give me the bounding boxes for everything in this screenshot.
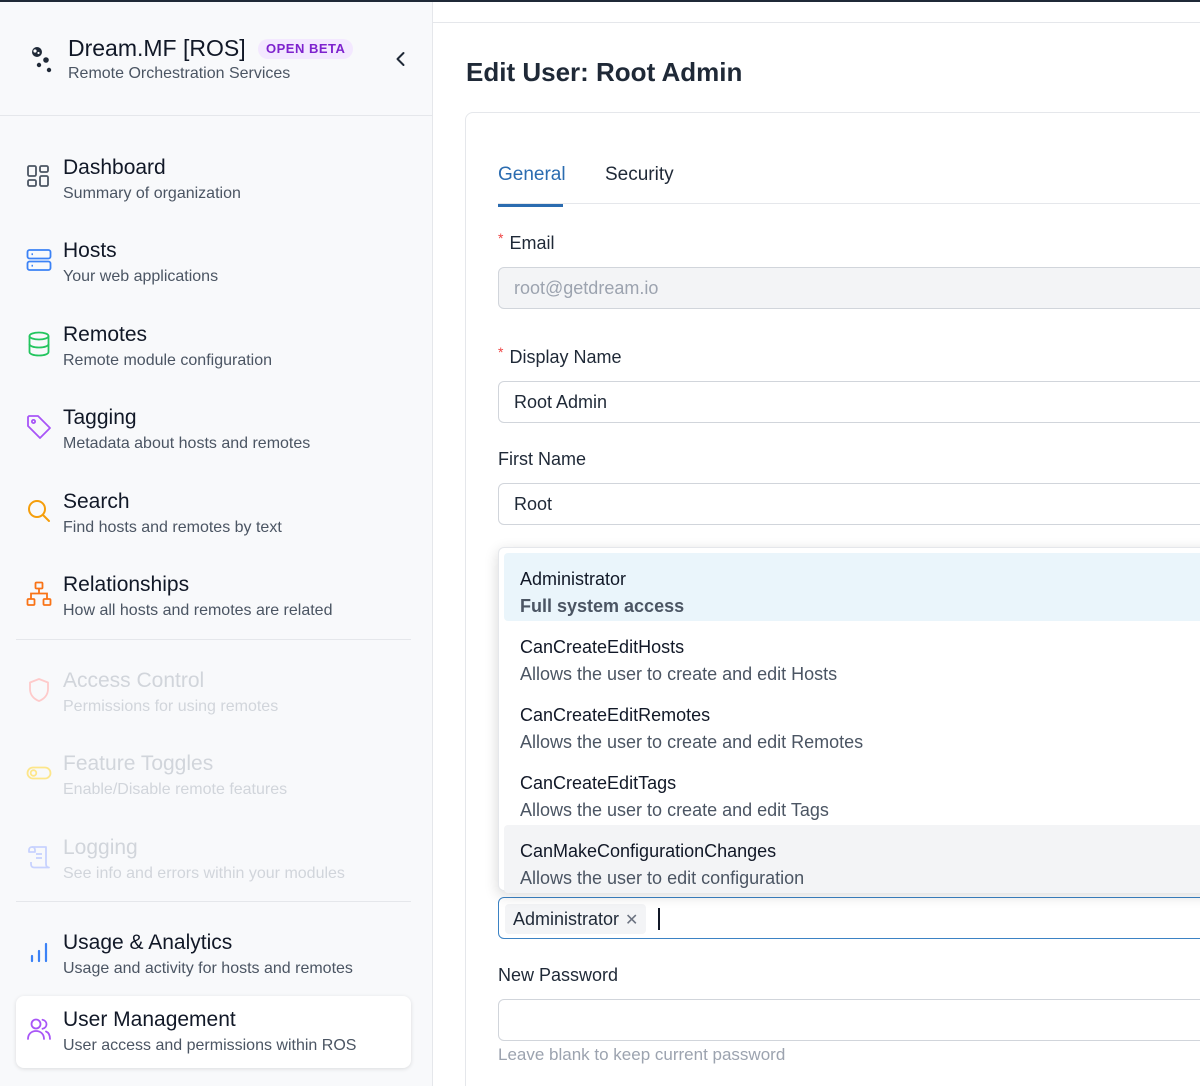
nav-item-logging: Logging See info and errors within your … bbox=[16, 824, 411, 896]
nav-item-user-management[interactable]: User Management User access and permissi… bbox=[16, 996, 411, 1068]
nav-label: Dashboard bbox=[63, 156, 166, 179]
bar-chart-icon bbox=[30, 942, 48, 963]
option-title: CanMakeConfigurationChanges bbox=[520, 841, 777, 861]
nav-item-feature-toggles: Feature Toggles Enable/Disable remote fe… bbox=[16, 740, 411, 812]
brand-header: Dream.MF [ROS] OPEN BETA Remote Orchestr… bbox=[0, 2, 432, 116]
nav-label: Logging bbox=[63, 836, 138, 859]
nav-label: Relationships bbox=[63, 573, 190, 596]
nav-description: See info and errors within your modules bbox=[63, 865, 345, 882]
tab-label: General bbox=[498, 164, 566, 185]
nav-description: Summary of organization bbox=[63, 185, 241, 202]
first-name-label: First Name bbox=[498, 449, 587, 469]
remove-tag-icon[interactable]: ✕ bbox=[625, 912, 638, 929]
nav-label: Feature Toggles bbox=[63, 752, 214, 775]
nav-item-tagging[interactable]: Tagging Metadata about hosts and remotes bbox=[16, 394, 411, 466]
nav-description: How all hosts and remotes are related bbox=[63, 602, 333, 619]
option-description: Full system access bbox=[520, 596, 685, 616]
nav-description: Permissions for using remotes bbox=[63, 698, 279, 715]
nav-description: Find hosts and remotes by text bbox=[63, 519, 282, 536]
database-icon bbox=[28, 331, 50, 357]
nav-item-search[interactable]: Search Find hosts and remotes by text bbox=[16, 478, 411, 550]
users-icon bbox=[27, 1018, 51, 1040]
nav-label: Remotes bbox=[63, 323, 148, 346]
dream-logo-icon bbox=[32, 47, 52, 73]
nav-label: Usage & Analytics bbox=[63, 931, 233, 954]
nav-label: User Management bbox=[63, 1008, 236, 1031]
option-description: Allows the user to edit configuration bbox=[520, 868, 805, 888]
nav-description: Metadata about hosts and remotes bbox=[63, 435, 311, 452]
role-option-cancreateedittags[interactable]: CanCreateEditTags Allows the user to cre… bbox=[504, 757, 1200, 825]
scroll-icon bbox=[28, 846, 50, 869]
tab-bar: General Security bbox=[498, 160, 1200, 207]
open-beta-badge: OPEN BETA bbox=[258, 39, 354, 59]
tag-icon bbox=[27, 415, 51, 439]
tab-label: Security bbox=[605, 164, 674, 185]
option-description: Allows the user to create and edit Hosts bbox=[520, 664, 838, 684]
nav-description: Your web applications bbox=[63, 268, 219, 285]
active-tab-indicator bbox=[498, 204, 563, 207]
roles-dropdown: Administrator Full system access CanCrea… bbox=[498, 547, 1200, 893]
new-password-field[interactable] bbox=[498, 999, 1200, 1041]
main-top-bar bbox=[433, 2, 1200, 23]
nav-item-remotes[interactable]: Remotes Remote module configuration bbox=[16, 311, 411, 383]
email-label: * Email bbox=[498, 230, 555, 253]
new-password-help-text: Leave blank to keep current password bbox=[498, 1045, 786, 1064]
nav-item-usage-analytics[interactable]: Usage & Analytics Usage and activity for… bbox=[16, 919, 411, 991]
shield-icon bbox=[29, 678, 49, 702]
nav-label: Access Control bbox=[63, 669, 205, 692]
nav-item-dashboard[interactable]: Dashboard Summary of organization bbox=[16, 144, 411, 216]
search-icon bbox=[28, 500, 50, 522]
hierarchy-icon bbox=[26, 581, 52, 606]
required-marker: * bbox=[498, 344, 504, 360]
nav-item-access-control: Access Control Permissions for using rem… bbox=[16, 657, 411, 729]
sidebar: Dream.MF [ROS] OPEN BETA Remote Orchestr… bbox=[0, 2, 433, 1086]
collapse-sidebar-icon[interactable] bbox=[390, 48, 412, 70]
selected-role-label: Administrator bbox=[513, 909, 620, 929]
nav-description: Enable/Disable remote features bbox=[63, 781, 288, 798]
option-description: Allows the user to create and edit Tags bbox=[520, 800, 829, 820]
nav-description: Remote module configuration bbox=[63, 352, 273, 369]
email-field bbox=[498, 267, 1200, 309]
nav-label: Tagging bbox=[63, 406, 137, 429]
dashboard-icon bbox=[27, 165, 49, 187]
option-title: CanCreateEditHosts bbox=[520, 637, 685, 657]
display-name-label: * Display Name bbox=[498, 344, 622, 367]
option-title: CanCreateEditRemotes bbox=[520, 705, 711, 725]
selected-role-tag: Administrator ✕ bbox=[505, 904, 647, 934]
nav-label: Hosts bbox=[63, 239, 117, 262]
new-password-label: New Password bbox=[498, 965, 619, 985]
server-icon bbox=[26, 249, 52, 271]
nav-item-relationships[interactable]: Relationships How all hosts and remotes … bbox=[16, 561, 411, 633]
role-option-cancreateeditremotes[interactable]: CanCreateEditRemotes Allows the user to … bbox=[504, 689, 1200, 757]
option-description: Allows the user to create and edit Remot… bbox=[520, 732, 864, 752]
display-name-field[interactable] bbox=[498, 381, 1200, 423]
required-marker: * bbox=[498, 230, 504, 246]
brand-title: Dream.MF [ROS] bbox=[68, 35, 246, 61]
page-title: Edit User: Root Admin bbox=[466, 57, 743, 87]
role-option-cancreateedithosts[interactable]: CanCreateEditHosts Allows the user to cr… bbox=[504, 621, 1200, 689]
tab-security[interactable]: Security bbox=[605, 164, 674, 186]
nav-description: User access and permissions within ROS bbox=[63, 1037, 357, 1054]
first-name-field[interactable] bbox=[498, 483, 1200, 525]
sidebar-divider bbox=[16, 639, 411, 640]
nav-item-hosts[interactable]: Hosts Your web applications bbox=[16, 227, 411, 299]
role-option-administrator[interactable]: Administrator Full system access bbox=[504, 553, 1200, 621]
role-option-canmakeconfigurationchanges[interactable]: CanMakeConfigurationChanges Allows the u… bbox=[504, 825, 1200, 893]
sidebar-divider bbox=[16, 901, 411, 902]
toggle-icon bbox=[26, 766, 52, 780]
tab-general[interactable]: General bbox=[498, 164, 566, 207]
text-cursor bbox=[658, 908, 660, 930]
brand-subtitle: Remote Orchestration Services bbox=[68, 65, 291, 82]
option-title: Administrator bbox=[520, 569, 627, 589]
nav-description: Usage and activity for hosts and remotes bbox=[63, 960, 353, 977]
nav-label: Search bbox=[63, 490, 130, 513]
option-title: CanCreateEditTags bbox=[520, 773, 677, 793]
